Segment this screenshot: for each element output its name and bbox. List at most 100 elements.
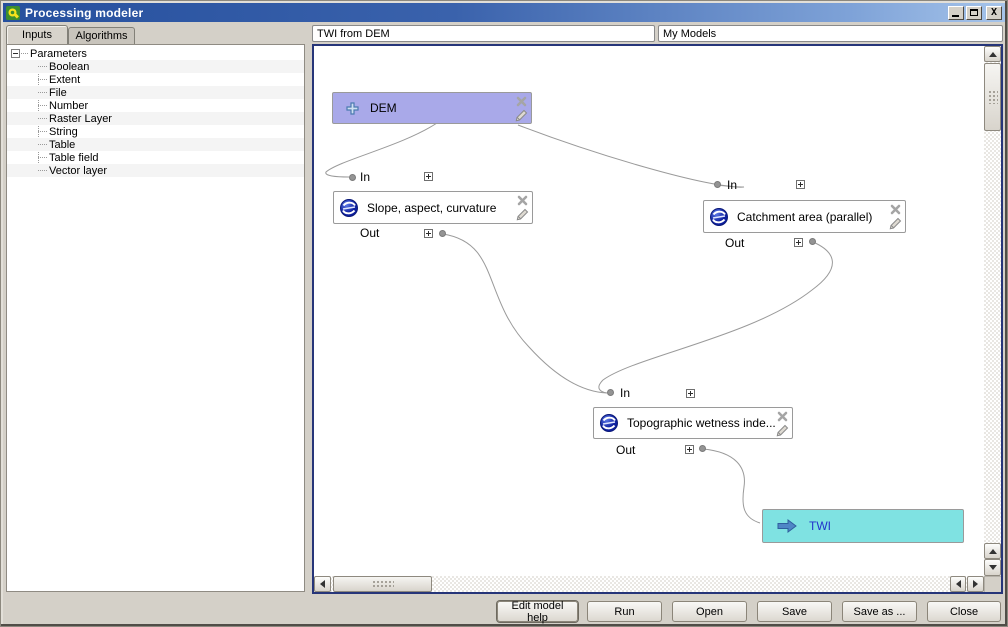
processing-modeler-window: Processing modeler X Inputs Algorithms P… xyxy=(0,0,1008,627)
arrow-output-icon xyxy=(777,519,797,533)
scroll-left-button-2[interactable] xyxy=(950,576,966,592)
edit-node-icon[interactable] xyxy=(888,216,902,230)
port-out-dot[interactable] xyxy=(699,445,706,452)
tree-item-boolean[interactable]: Boolean xyxy=(7,60,304,73)
port-out-dot[interactable] xyxy=(439,230,446,237)
tab-inputs[interactable]: Inputs xyxy=(6,25,68,44)
edit-node-icon[interactable] xyxy=(515,207,529,221)
model-group-input[interactable] xyxy=(658,25,1003,42)
tree-tick xyxy=(38,131,47,132)
node-topographic-wetness-index[interactable]: Topographic wetness inde... xyxy=(593,407,793,439)
minimize-icon xyxy=(952,15,959,17)
delete-node-icon[interactable] xyxy=(515,193,529,207)
thumb-grip xyxy=(372,580,394,589)
vertical-scrollbar[interactable] xyxy=(984,46,1001,576)
tree-item-label: Table xyxy=(49,139,75,151)
horizontal-scrollbar[interactable] xyxy=(314,576,984,592)
title-bar[interactable]: Processing modeler X xyxy=(3,3,1005,22)
tree-item-table[interactable]: Table xyxy=(7,138,304,151)
expand-inputs-icon[interactable] xyxy=(424,172,433,181)
collapse-expander-icon[interactable] xyxy=(11,49,20,58)
edit-model-help-button[interactable]: Edit model help xyxy=(497,601,578,622)
edit-node-icon[interactable] xyxy=(514,108,528,122)
open-button[interactable]: Open xyxy=(672,601,747,622)
scroll-up-icon xyxy=(989,549,997,554)
scroll-down-button[interactable] xyxy=(984,559,1001,576)
plus-input-icon xyxy=(345,101,360,116)
port-in-label: In xyxy=(620,386,630,400)
close-icon: X xyxy=(991,8,997,18)
port-in-label: In xyxy=(727,178,737,192)
inputs-tree: Parameters Boolean Extent File Number Ra… xyxy=(6,44,305,592)
model-canvas[interactable]: DEM In xyxy=(312,44,1003,594)
thumb-grip xyxy=(988,90,998,104)
tab-inputs-label: Inputs xyxy=(22,29,52,41)
expand-outputs-icon[interactable] xyxy=(424,229,433,238)
close-button[interactable]: Close xyxy=(927,601,1001,622)
maximize-icon xyxy=(970,9,978,16)
vertical-scroll-thumb[interactable] xyxy=(984,63,1001,131)
delete-node-icon[interactable] xyxy=(775,409,789,423)
scroll-down-icon xyxy=(989,565,997,570)
tree-item-label: Vector layer xyxy=(49,165,107,177)
node-dem[interactable]: DEM xyxy=(332,92,532,124)
port-out-dot[interactable] xyxy=(809,238,816,245)
connection-catchment-twi xyxy=(599,242,833,393)
tree-item-label: String xyxy=(49,126,78,138)
expand-outputs-icon[interactable] xyxy=(794,238,803,247)
port-in-dot[interactable] xyxy=(607,389,614,396)
save-as-button[interactable]: Save as ... xyxy=(842,601,917,622)
run-button[interactable]: Run xyxy=(587,601,662,622)
node-slope-aspect-curvature[interactable]: Slope, aspect, curvature xyxy=(333,191,533,224)
delete-node-icon[interactable] xyxy=(514,94,528,108)
tree-item-label: Boolean xyxy=(49,61,89,73)
expand-inputs-icon[interactable] xyxy=(686,389,695,398)
tree-item-extent[interactable]: Extent xyxy=(7,73,304,86)
node-label: Topographic wetness inde... xyxy=(627,416,776,430)
node-label: DEM xyxy=(370,101,397,115)
minimize-button[interactable] xyxy=(948,6,964,20)
tree-item-string[interactable]: String xyxy=(7,125,304,138)
port-out-label: Out xyxy=(616,443,635,457)
connection-dem-catchment xyxy=(518,125,744,187)
scroll-up-button[interactable] xyxy=(984,46,1001,62)
node-twi-output[interactable]: TWI xyxy=(762,509,964,543)
saga-algorithm-icon xyxy=(339,198,359,218)
tree-item-label: Extent xyxy=(49,74,80,86)
scroll-right-icon xyxy=(973,580,978,588)
tree-item-label: Table field xyxy=(49,152,99,164)
scroll-right-button[interactable] xyxy=(967,576,984,592)
tree-tick xyxy=(38,92,47,93)
maximize-button[interactable] xyxy=(966,6,982,20)
tree-item-raster-layer[interactable]: Raster Layer xyxy=(7,112,304,125)
tree-item-vector-layer[interactable]: Vector layer xyxy=(7,164,304,177)
connection-dem-slope xyxy=(326,123,437,177)
tree-tick xyxy=(38,66,47,67)
tree-item-file[interactable]: File xyxy=(7,86,304,99)
tree-tick xyxy=(38,170,47,171)
close-window-button[interactable]: X xyxy=(986,6,1002,20)
tree-item-label: File xyxy=(49,87,67,99)
save-button[interactable]: Save xyxy=(757,601,832,622)
node-catchment-area[interactable]: Catchment area (parallel) xyxy=(703,200,906,233)
tree-item-number[interactable]: Number xyxy=(7,99,304,112)
port-out-label: Out xyxy=(360,226,379,240)
expand-inputs-icon[interactable] xyxy=(796,180,805,189)
window-title: Processing modeler xyxy=(25,6,143,20)
edit-node-icon[interactable] xyxy=(775,423,789,437)
model-name-input[interactable] xyxy=(312,25,655,42)
scroll-up-button-2[interactable] xyxy=(984,543,1001,559)
scroll-left-button[interactable] xyxy=(314,576,331,592)
tree-item-parameters[interactable]: Parameters xyxy=(7,47,304,60)
tab-algorithms[interactable]: Algorithms xyxy=(68,27,135,44)
scroll-left-icon xyxy=(320,580,325,588)
qgis-app-icon xyxy=(6,6,20,20)
tree-tick xyxy=(38,79,47,80)
horizontal-scroll-thumb[interactable] xyxy=(333,576,432,592)
expand-outputs-icon[interactable] xyxy=(685,445,694,454)
delete-node-icon[interactable] xyxy=(888,202,902,216)
port-in-dot[interactable] xyxy=(714,181,721,188)
port-out-label: Out xyxy=(725,236,744,250)
tree-item-table-field[interactable]: Table field xyxy=(7,151,304,164)
port-in-dot[interactable] xyxy=(349,174,356,181)
